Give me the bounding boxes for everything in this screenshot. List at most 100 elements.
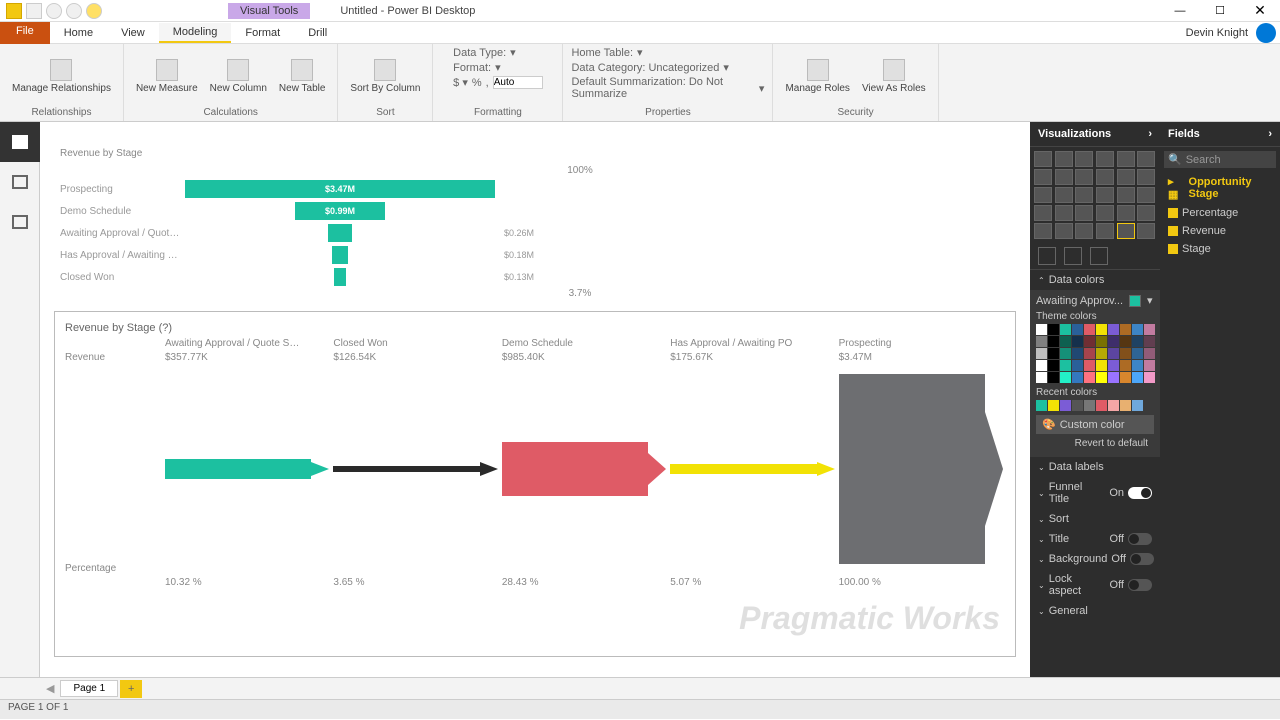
hv-column[interactable]: Prospecting$3.47M 100.00 % — [837, 338, 1005, 588]
theme-swatch[interactable] — [1060, 324, 1071, 335]
feedback-icon[interactable] — [86, 3, 102, 19]
funnel-chart[interactable]: Revenue by Stage 100% Prospecting$3.47MD… — [54, 142, 1016, 305]
funnel-bar[interactable]: $3.47M — [185, 180, 495, 198]
funnel-bar[interactable] — [334, 268, 346, 286]
vis-type-icon[interactable] — [1034, 223, 1052, 239]
theme-shade-swatch[interactable] — [1048, 336, 1059, 347]
funnel-bar[interactable] — [328, 224, 351, 242]
vis-type-icon[interactable] — [1055, 187, 1073, 203]
recent-swatch[interactable] — [1132, 400, 1143, 411]
vis-type-icon[interactable] — [1055, 169, 1073, 185]
format-tab-icon[interactable] — [1064, 247, 1082, 265]
vis-type-icon[interactable] — [1075, 223, 1093, 239]
vis-type-icon[interactable] — [1055, 223, 1073, 239]
horizontal-funnel-visual[interactable]: Revenue by Stage (?) Revenue Percentage … — [54, 311, 1016, 657]
theme-shade-swatch[interactable] — [1096, 348, 1107, 359]
theme-swatch[interactable] — [1144, 324, 1155, 335]
theme-shade-swatch[interactable] — [1084, 348, 1095, 359]
recent-swatch[interactable] — [1120, 400, 1131, 411]
recent-swatch[interactable] — [1084, 400, 1095, 411]
hv-column[interactable]: Demo Schedule$985.40K 28.43 % — [500, 338, 668, 588]
vis-type-icon[interactable] — [1096, 169, 1114, 185]
vis-type-icon[interactable] — [1034, 187, 1052, 203]
vis-type-icon[interactable] — [1137, 169, 1155, 185]
vis-type-icon[interactable] — [1075, 151, 1093, 167]
vis-type-icon[interactable] — [1117, 187, 1135, 203]
undo-icon[interactable] — [46, 3, 62, 19]
vis-type-icon[interactable] — [1117, 151, 1135, 167]
tab-file[interactable]: File — [0, 22, 50, 44]
theme-shade-swatch[interactable] — [1108, 336, 1119, 347]
theme-shade-swatch[interactable] — [1084, 372, 1095, 383]
chevron-down-icon[interactable]: ▾ — [1147, 294, 1153, 307]
chevron-right-icon[interactable]: › — [1268, 128, 1272, 140]
theme-shade-swatch[interactable] — [1108, 348, 1119, 359]
theme-shade-swatch[interactable] — [1108, 360, 1119, 371]
theme-shade-swatch[interactable] — [1096, 336, 1107, 347]
field-checkbox[interactable] — [1168, 244, 1178, 254]
theme-shade-swatch[interactable] — [1120, 336, 1131, 347]
theme-swatch[interactable] — [1084, 324, 1095, 335]
chevron-right-icon[interactable]: › — [1148, 128, 1152, 140]
sort-section[interactable]: ⌄Sort — [1030, 509, 1160, 529]
theme-shade-swatch[interactable] — [1144, 348, 1155, 359]
funnel-bar[interactable]: $0.99M — [295, 202, 384, 220]
theme-shade-swatch[interactable] — [1096, 372, 1107, 383]
decimals-input[interactable] — [493, 76, 543, 89]
tab-modeling[interactable]: Modeling — [159, 23, 232, 43]
theme-swatch[interactable] — [1036, 324, 1047, 335]
tab-home[interactable]: Home — [50, 24, 107, 42]
data-colors-section[interactable]: ⌃Data colors — [1030, 270, 1160, 290]
field-item[interactable]: Percentage — [1160, 204, 1280, 222]
field-item[interactable]: Revenue — [1160, 222, 1280, 240]
user-name[interactable]: Devin Knight — [1186, 27, 1256, 39]
vis-type-icon[interactable] — [1117, 223, 1135, 239]
theme-shade-swatch[interactable] — [1060, 372, 1071, 383]
vis-type-icon[interactable] — [1096, 151, 1114, 167]
vis-type-icon[interactable] — [1055, 205, 1073, 221]
page-tab-1[interactable]: Page 1 — [60, 680, 118, 697]
vis-type-icon[interactable] — [1034, 169, 1052, 185]
funnel-title-section[interactable]: ⌄Funnel TitleOn — [1030, 477, 1160, 509]
theme-shade-swatch[interactable] — [1096, 360, 1107, 371]
analytics-tab-icon[interactable] — [1090, 247, 1108, 265]
recent-swatch[interactable] — [1060, 400, 1071, 411]
vis-type-icon[interactable] — [1075, 169, 1093, 185]
theme-swatch[interactable] — [1048, 324, 1059, 335]
theme-shade-swatch[interactable] — [1036, 360, 1047, 371]
new-measure-button[interactable]: New Measure — [132, 57, 202, 96]
report-view-button[interactable] — [0, 122, 40, 162]
hv-column[interactable]: Awaiting Approval / Quote S…$357.77K 10.… — [163, 338, 331, 588]
theme-shade-swatch[interactable] — [1132, 348, 1143, 359]
theme-shade-swatch[interactable] — [1060, 360, 1071, 371]
comma-button[interactable]: , — [486, 77, 489, 89]
theme-shade-swatch[interactable] — [1144, 336, 1155, 347]
vis-type-icon[interactable] — [1075, 187, 1093, 203]
recent-swatch[interactable] — [1108, 400, 1119, 411]
vis-type-icon[interactable] — [1075, 205, 1093, 221]
funnel-bar[interactable] — [332, 246, 348, 264]
theme-shade-swatch[interactable] — [1036, 372, 1047, 383]
vis-type-icon[interactable] — [1055, 151, 1073, 167]
vis-type-icon[interactable] — [1137, 205, 1155, 221]
vis-type-icon[interactable] — [1096, 223, 1114, 239]
theme-shade-swatch[interactable] — [1144, 372, 1155, 383]
save-icon[interactable] — [26, 3, 42, 19]
manage-roles-button[interactable]: Manage Roles — [781, 57, 853, 96]
field-checkbox[interactable] — [1168, 226, 1178, 236]
minimize-button[interactable]: — — [1160, 0, 1200, 22]
theme-shade-swatch[interactable] — [1084, 336, 1095, 347]
theme-shade-swatch[interactable] — [1072, 336, 1083, 347]
recent-swatch[interactable] — [1072, 400, 1083, 411]
theme-shade-swatch[interactable] — [1084, 360, 1095, 371]
theme-shade-swatch[interactable] — [1060, 348, 1071, 359]
vis-type-icon[interactable] — [1137, 223, 1155, 239]
hv-column[interactable]: Closed Won$126.54K 3.65 % — [331, 338, 499, 588]
vis-type-icon[interactable] — [1137, 187, 1155, 203]
field-item[interactable]: Stage — [1160, 240, 1280, 258]
general-section[interactable]: ⌄General — [1030, 601, 1160, 621]
redo-icon[interactable] — [66, 3, 82, 19]
hv-column[interactable]: Has Approval / Awaiting PO$175.67K 5.07 … — [668, 338, 836, 588]
theme-shade-swatch[interactable] — [1144, 360, 1155, 371]
avatar[interactable] — [1256, 23, 1276, 43]
